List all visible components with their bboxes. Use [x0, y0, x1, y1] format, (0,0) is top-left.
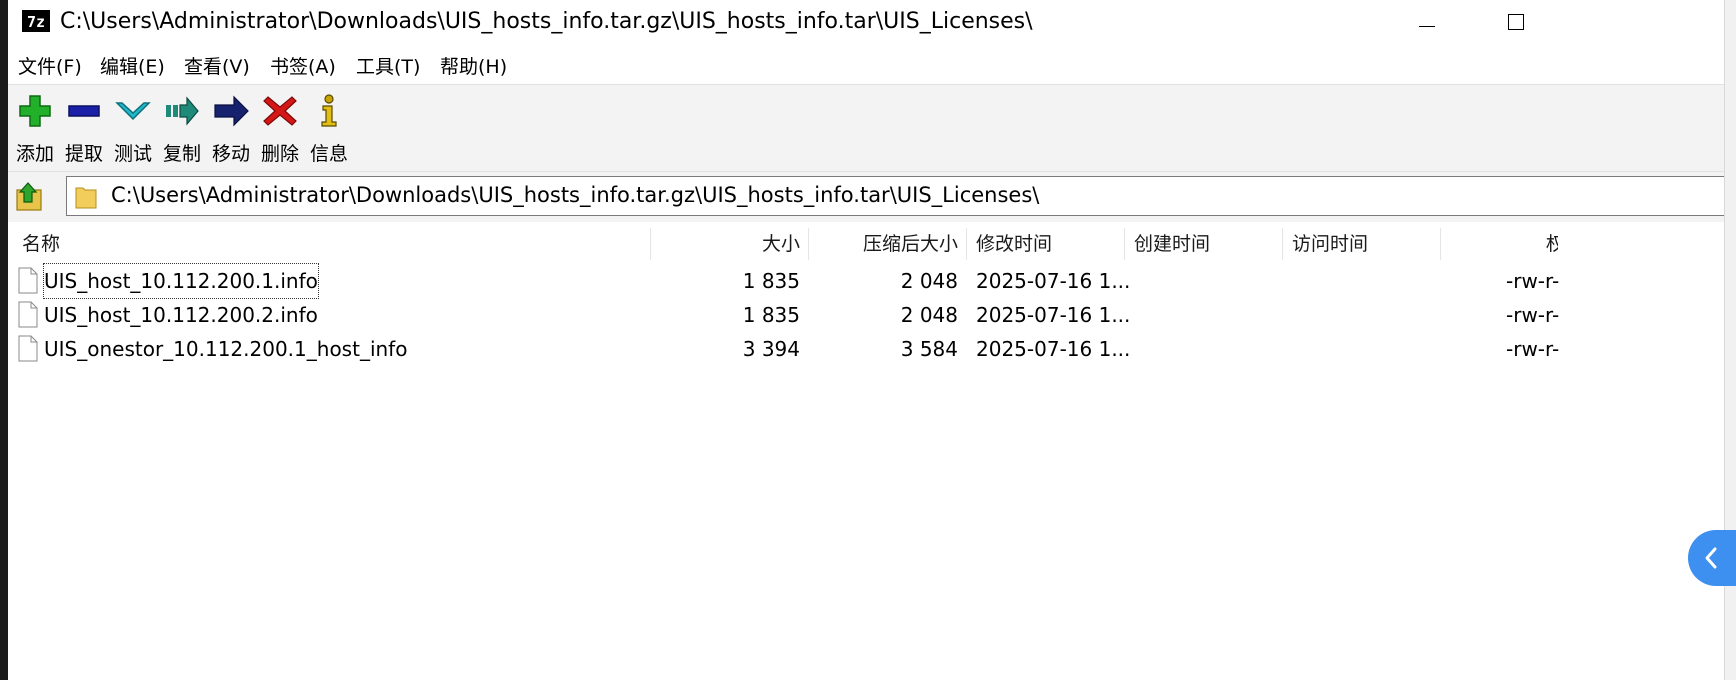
file-name: UIS_onestor_10.112.200.1_host_info: [44, 337, 408, 361]
window-title: C:\Users\Administrator\Downloads\UIS_hos…: [60, 9, 1033, 34]
7zip-window: 7z C:\Users\Administrator\Downloads\UIS_…: [0, 0, 1736, 680]
menu-edit[interactable]: 编辑(E): [100, 52, 165, 79]
address-row: C:\Users\Administrator\Downloads\UIS_hos…: [8, 172, 1726, 222]
app-logo-icon: 7z: [22, 10, 50, 32]
column-modified[interactable]: 修改时间: [976, 224, 1052, 264]
address-path: C:\Users\Administrator\Downloads\UIS_hos…: [111, 183, 1040, 207]
file-modified: 2025-07-16 1...: [976, 269, 1131, 293]
column-attributes[interactable]: 权: [1546, 224, 1558, 264]
delete-icon: [263, 96, 297, 126]
menu-file[interactable]: 文件(F): [18, 52, 82, 79]
file-modified: 2025-07-16 1...: [976, 337, 1131, 361]
menu-view[interactable]: 查看(V): [184, 52, 250, 79]
column-packed-size[interactable]: 压缩后大小: [816, 224, 958, 264]
column-divider[interactable]: [650, 228, 651, 260]
extract-icon: [68, 105, 100, 117]
file-modified: 2025-07-16 1...: [976, 303, 1131, 327]
file-name: UIS_host_10.112.200.1.info: [43, 263, 319, 299]
file-size: 1 835: [742, 269, 800, 293]
add-label: 添加: [15, 143, 54, 165]
file-list: 名称 大小 压缩后大小 修改时间 创建时间 访问时间 权 UIS_host_10…: [8, 224, 1724, 680]
copy-label: 复制: [162, 143, 201, 165]
file-size: 3 394: [742, 337, 800, 361]
delete-button[interactable]: 删除: [253, 85, 307, 171]
file-attributes: -rw-r-: [1506, 303, 1560, 327]
file-packed-size: 2 048: [900, 269, 958, 293]
extract-label: 提取: [64, 143, 103, 165]
file-icon: [18, 301, 38, 328]
info-icon: [321, 94, 337, 127]
column-divider[interactable]: [1282, 228, 1283, 260]
info-label: 信息: [309, 143, 348, 165]
side-panel-toggle[interactable]: [1688, 530, 1736, 586]
address-input[interactable]: C:\Users\Administrator\Downloads\UIS_hos…: [66, 176, 1726, 216]
file-icon: [18, 335, 38, 362]
file-size: 1 835: [742, 303, 800, 327]
delete-label: 删除: [260, 143, 299, 165]
maximize-button[interactable]: [1486, 4, 1546, 40]
menu-help[interactable]: 帮助(H): [440, 52, 507, 79]
column-divider[interactable]: [1124, 228, 1125, 260]
add-icon: [19, 95, 51, 127]
column-created[interactable]: 创建时间: [1134, 224, 1210, 264]
file-attributes: -rw-r-: [1506, 337, 1560, 361]
file-name: UIS_host_10.112.200.2.info: [44, 303, 318, 327]
column-accessed[interactable]: 访问时间: [1292, 224, 1368, 264]
menu-bar: 文件(F) 编辑(E) 查看(V) 书签(A) 工具(T) 帮助(H): [8, 46, 1724, 82]
test-label: 测试: [113, 143, 152, 165]
copy-icon: [166, 96, 199, 126]
file-packed-size: 2 048: [900, 303, 958, 327]
column-divider[interactable]: [966, 228, 967, 260]
menu-tools[interactable]: 工具(T): [356, 52, 420, 79]
chevron-left-icon: [1705, 547, 1717, 569]
extract-button[interactable]: 提取: [57, 85, 111, 171]
file-attributes: -rw-r-: [1506, 269, 1560, 293]
file-packed-size: 3 584: [900, 337, 958, 361]
toolbar: 添加 提取 测试 复制 移动 删除 信息: [8, 84, 1724, 172]
test-button[interactable]: 测试: [106, 85, 160, 171]
file-icon: [18, 267, 38, 294]
test-icon: [115, 102, 151, 121]
table-row[interactable]: UIS_host_10.112.200.1.info 1 835 2 048 2…: [8, 263, 1724, 299]
title-bar[interactable]: 7z C:\Users\Administrator\Downloads\UIS_…: [8, 0, 1724, 44]
minimize-button[interactable]: [1396, 4, 1456, 40]
column-divider[interactable]: [808, 228, 809, 260]
folder-up-icon[interactable]: [14, 180, 48, 214]
info-button[interactable]: 信息: [302, 85, 356, 171]
move-label: 移动: [211, 143, 250, 165]
folder-icon: [75, 187, 97, 209]
add-button[interactable]: 添加: [8, 85, 62, 171]
column-header: 名称 大小 压缩后大小 修改时间 创建时间 访问时间 权: [8, 224, 1724, 264]
column-name[interactable]: 名称: [22, 224, 60, 264]
column-divider[interactable]: [1440, 228, 1441, 260]
column-size[interactable]: 大小: [658, 224, 800, 264]
table-row[interactable]: UIS_onestor_10.112.200.1_host_info 3 394…: [8, 332, 1724, 366]
move-icon: [214, 95, 249, 127]
left-edge-strip: [0, 0, 8, 680]
table-row[interactable]: UIS_host_10.112.200.2.info 1 835 2 048 2…: [8, 298, 1724, 332]
move-button[interactable]: 移动: [204, 85, 258, 171]
copy-button[interactable]: 复制: [155, 85, 209, 171]
menu-bookmarks[interactable]: 书签(A): [270, 52, 336, 79]
